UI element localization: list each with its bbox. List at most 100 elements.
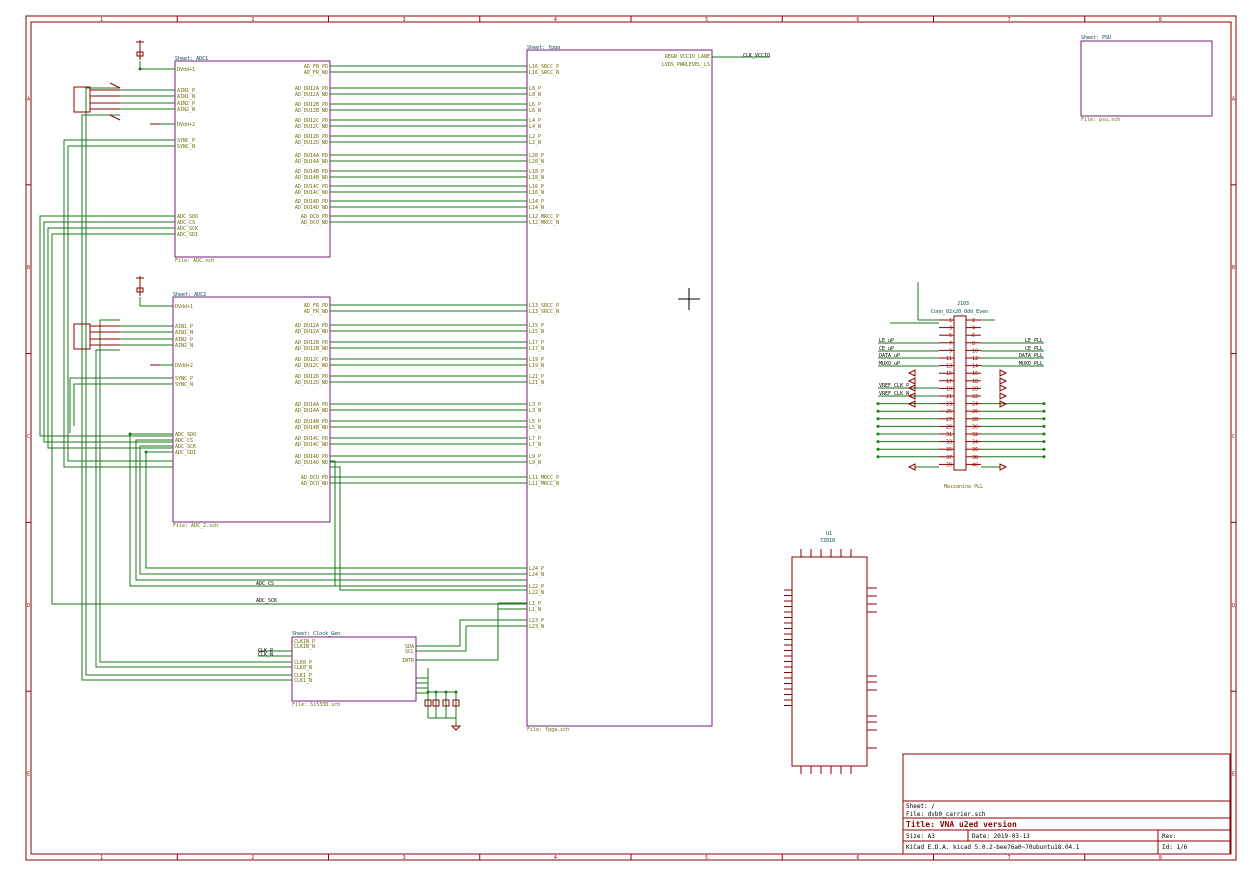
frame-row-label: A bbox=[1232, 96, 1235, 102]
arrow-marker bbox=[999, 377, 1008, 385]
junction-dot bbox=[876, 447, 880, 451]
wire bbox=[416, 625, 527, 652]
conn-pin-number: 6 bbox=[972, 333, 975, 339]
conn-net-label: LE_uP bbox=[879, 338, 894, 344]
pin-label: LVDS_PWRLEVEL_LS bbox=[662, 62, 710, 68]
junction-dot bbox=[876, 440, 880, 444]
conn-net-label: DATA_PLL bbox=[1019, 353, 1043, 359]
conn-pin-number: 37 bbox=[946, 455, 952, 461]
connector-pins: 1357911131517192123252729313335373924681… bbox=[879, 318, 1043, 468]
pin-label: CLKIN_N bbox=[294, 644, 315, 650]
wire bbox=[73, 383, 173, 426]
pin-label: AD_FR_ND bbox=[304, 309, 328, 315]
pin-label: AIN1_N bbox=[177, 94, 195, 100]
pin-label: L23_N bbox=[529, 624, 544, 630]
pin-label: L12_MRCC_N bbox=[529, 220, 559, 226]
ic-u1-ref: U1 bbox=[826, 531, 832, 537]
conn-net-label: MUXO_uP bbox=[879, 361, 900, 367]
conn-net-label: LE_PLL bbox=[1025, 338, 1043, 344]
conn-pin-number: 12 bbox=[972, 356, 978, 362]
pin-label: SYNC_N bbox=[177, 144, 195, 150]
conn-net-label: CE_PLL bbox=[1025, 346, 1043, 352]
sheet-psu-file: File: psu.sch bbox=[1081, 117, 1120, 123]
pin-label: ADC_SDI bbox=[175, 450, 196, 456]
conn-pin-number: 18 bbox=[972, 379, 978, 385]
frame-row-label: E bbox=[1232, 772, 1235, 778]
pin-label: L7_N bbox=[529, 442, 541, 448]
pin-label: L11_MRCC_N bbox=[529, 481, 559, 487]
pin-label: L21_N bbox=[529, 380, 544, 386]
pin-label: L24_N bbox=[529, 572, 544, 578]
junction-dot bbox=[876, 424, 880, 428]
conn-pin-number: 3 bbox=[949, 326, 952, 332]
conn-pin-number: 5 bbox=[949, 333, 952, 339]
conn-pin-number: 8 bbox=[972, 341, 975, 347]
conn-pin-number: 17 bbox=[946, 379, 952, 385]
sheet-adc2-file: File: ADC_2.sch bbox=[173, 523, 218, 529]
pin-label: DVdd+2 bbox=[175, 363, 193, 369]
pin-label: DVdd+1 bbox=[177, 67, 195, 73]
frame-row-label: D bbox=[27, 603, 30, 609]
pin-label: INTR bbox=[402, 658, 415, 664]
sheet-adc1-file: File: ADC.sch bbox=[175, 258, 214, 264]
conn-pin-number: 25 bbox=[946, 409, 952, 415]
conn-pin-number: 24 bbox=[972, 402, 978, 408]
pin-label: AD_DU14C_ND bbox=[295, 190, 328, 196]
pin-label: L14_N bbox=[529, 205, 544, 211]
arrow-marker bbox=[999, 463, 1008, 471]
pin-label: AD_DU14B_ND bbox=[295, 425, 328, 431]
pin-label: AD_DU12C_ND bbox=[295, 363, 328, 369]
tb-rev: Rev: bbox=[1162, 833, 1176, 840]
pin-label: AD_DU12D_ND bbox=[295, 140, 328, 146]
ground-symbol bbox=[450, 725, 462, 731]
frame-col-label: 5 bbox=[705, 855, 708, 861]
pin-label: ADC_SDI bbox=[177, 232, 198, 238]
wire bbox=[47, 227, 175, 449]
frame-col-label: 1 bbox=[100, 855, 103, 861]
conn-pin-number: 14 bbox=[972, 364, 978, 370]
pin-label: AD_DU14A_ND bbox=[295, 159, 328, 165]
connector-j103[interactable]: J103 Conn_02x20_Odd_Even Mezzanine PLL 1… bbox=[879, 301, 1043, 490]
pin-label: L2_N bbox=[529, 140, 541, 146]
conn-pin-number: 22 bbox=[972, 394, 978, 400]
sheet-synth[interactable]: Sheet: Clock_Gen File: Si5338.sch CLKIN_… bbox=[291, 631, 417, 708]
pin-label: L18_N bbox=[529, 175, 544, 181]
pin-label: SYNC_N bbox=[175, 382, 193, 388]
junction-dot bbox=[1042, 424, 1046, 428]
sheet-psu-name: Sheet: PSU bbox=[1081, 35, 1111, 41]
pin-label: AD_DU12A_ND bbox=[295, 329, 328, 335]
schematic-canvas: 1122334455667788A AB BC CD DE E Sheet: ADC1 F… bbox=[25, 15, 1237, 861]
junction-dot bbox=[876, 417, 880, 421]
sheet-adc1[interactable]: Sheet: ADC1 File: ADC.sch DVdd+1AIN1_PAI… bbox=[174, 56, 331, 264]
tb-date: Date: 2019-03-13 bbox=[972, 833, 1030, 840]
sheet-adc1-name: Sheet: ADC1 bbox=[175, 56, 208, 62]
net-label-adc-cs: ADC_CS bbox=[256, 581, 274, 587]
arrow-marker bbox=[999, 369, 1008, 377]
pin-label: L4_N bbox=[529, 124, 541, 130]
ic-u1[interactable]: U1 7Z010 bbox=[784, 531, 877, 774]
sheet-psu[interactable]: Sheet: PSU File: psu.sch bbox=[1080, 35, 1213, 123]
conn-pin-number: 32 bbox=[972, 432, 978, 438]
conn-pin-number: 36 bbox=[972, 447, 978, 453]
sheet-synth-file: File: Si5338.sch bbox=[292, 702, 340, 708]
pin-label: L19_N bbox=[529, 363, 544, 369]
frame-row-label: E bbox=[27, 772, 30, 778]
pin-label: AD_DU12D_ND bbox=[295, 380, 328, 386]
junction-dot bbox=[876, 432, 880, 436]
frame-col-label: 7 bbox=[1008, 855, 1011, 861]
sheet-adc2[interactable]: Sheet: ADC2 File: ADC_2.sch DVdd+1AIN1_P… bbox=[172, 292, 331, 529]
pin-label: L17_N bbox=[529, 346, 544, 352]
sheet-fpga-file: File: fpga.sch bbox=[527, 727, 569, 733]
input-connector-adc1 bbox=[73, 86, 91, 113]
conn-pin-number: 7 bbox=[949, 341, 952, 347]
conn-pin-number: 23 bbox=[946, 402, 952, 408]
sheet-synth-name: Sheet: Clock_Gen bbox=[292, 631, 340, 637]
conn-pin-number: 40 bbox=[972, 462, 978, 468]
frame-col-label: 3 bbox=[403, 855, 406, 861]
pin-label: AIN2_N bbox=[175, 343, 193, 349]
pin-label: AD_DU14A_ND bbox=[295, 408, 328, 414]
sheet-fpga[interactable]: Sheet: fpga File: fpga.sch L16_SRCC_PL16… bbox=[526, 45, 713, 733]
pin-label: AIN2_N bbox=[177, 107, 195, 113]
conn-pin-number: 16 bbox=[972, 371, 978, 377]
tb-id: Id: 1/6 bbox=[1162, 844, 1188, 851]
